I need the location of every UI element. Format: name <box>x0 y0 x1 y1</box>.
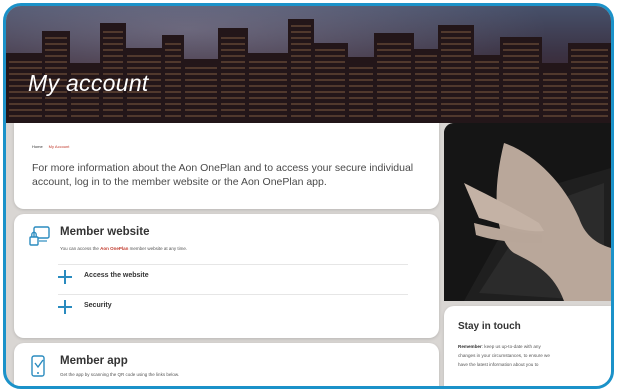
city-building <box>472 55 502 123</box>
city-building <box>346 57 376 123</box>
city-building <box>246 53 290 123</box>
stay-in-touch-line: Remember: keep us up-to-date with any <box>458 344 608 349</box>
city-building <box>288 19 314 123</box>
city-building <box>374 33 414 123</box>
monitor-lock-icon <box>29 226 50 246</box>
city-building <box>182 59 220 123</box>
desc-prefix: You can access the <box>60 246 101 251</box>
breadcrumb-home[interactable]: Home <box>32 144 43 149</box>
stay-in-touch-line: have the latest information about you to <box>458 362 539 367</box>
city-building <box>412 49 440 123</box>
city-building <box>500 37 542 123</box>
plus-icon <box>58 270 72 284</box>
breadcrumb-current: My Account <box>48 144 70 149</box>
member-app-desc: Get the app by scanning the QR code usin… <box>60 372 180 377</box>
member-website-desc: You can access the Aon OnePlan member we… <box>60 246 187 251</box>
stay-in-touch-card: Stay in touch Remember: keep us up-to-da… <box>444 306 611 386</box>
city-building <box>218 28 248 123</box>
city-building <box>540 63 570 123</box>
city-building <box>438 25 474 123</box>
line-text: : keep us up-to-date with any <box>481 344 541 349</box>
remember-label: Remember <box>458 344 482 349</box>
page-frame: My account Home My Account For more infor… <box>3 3 614 389</box>
hero-banner: My account <box>6 6 611 123</box>
stay-in-touch-line: changes in your circumstances, to ensure… <box>458 353 550 358</box>
stay-in-touch-title: Stay in touch <box>458 321 521 332</box>
accordion-access-website[interactable]: Access the website <box>58 264 408 290</box>
member-website-card: Member website You can access the Aon On… <box>14 214 439 338</box>
city-building <box>162 35 184 123</box>
member-website-title: Member website <box>60 226 150 238</box>
accordion-label: Security <box>84 302 112 309</box>
city-building <box>312 43 348 123</box>
phone-app-icon <box>31 355 45 377</box>
plus-icon <box>58 300 72 314</box>
city-building <box>568 43 611 123</box>
intro-text: For more information about the Aon OnePl… <box>32 162 414 188</box>
intro-card: Home My Account For more information abou… <box>14 123 439 209</box>
tablet-image <box>444 123 611 301</box>
brand-link[interactable]: Aon OnePlan <box>100 246 128 251</box>
desc-suffix: member website at any time. <box>128 246 188 251</box>
tablet-hand-photo <box>444 123 611 301</box>
member-app-card: Member app Get the app by scanning the Q… <box>14 343 439 386</box>
breadcrumb: Home My Account <box>32 144 69 149</box>
member-app-title: Member app <box>60 355 128 367</box>
page-title: My account <box>28 70 149 96</box>
accordion-label: Access the website <box>84 272 149 279</box>
accordion-security[interactable]: Security <box>58 294 408 320</box>
